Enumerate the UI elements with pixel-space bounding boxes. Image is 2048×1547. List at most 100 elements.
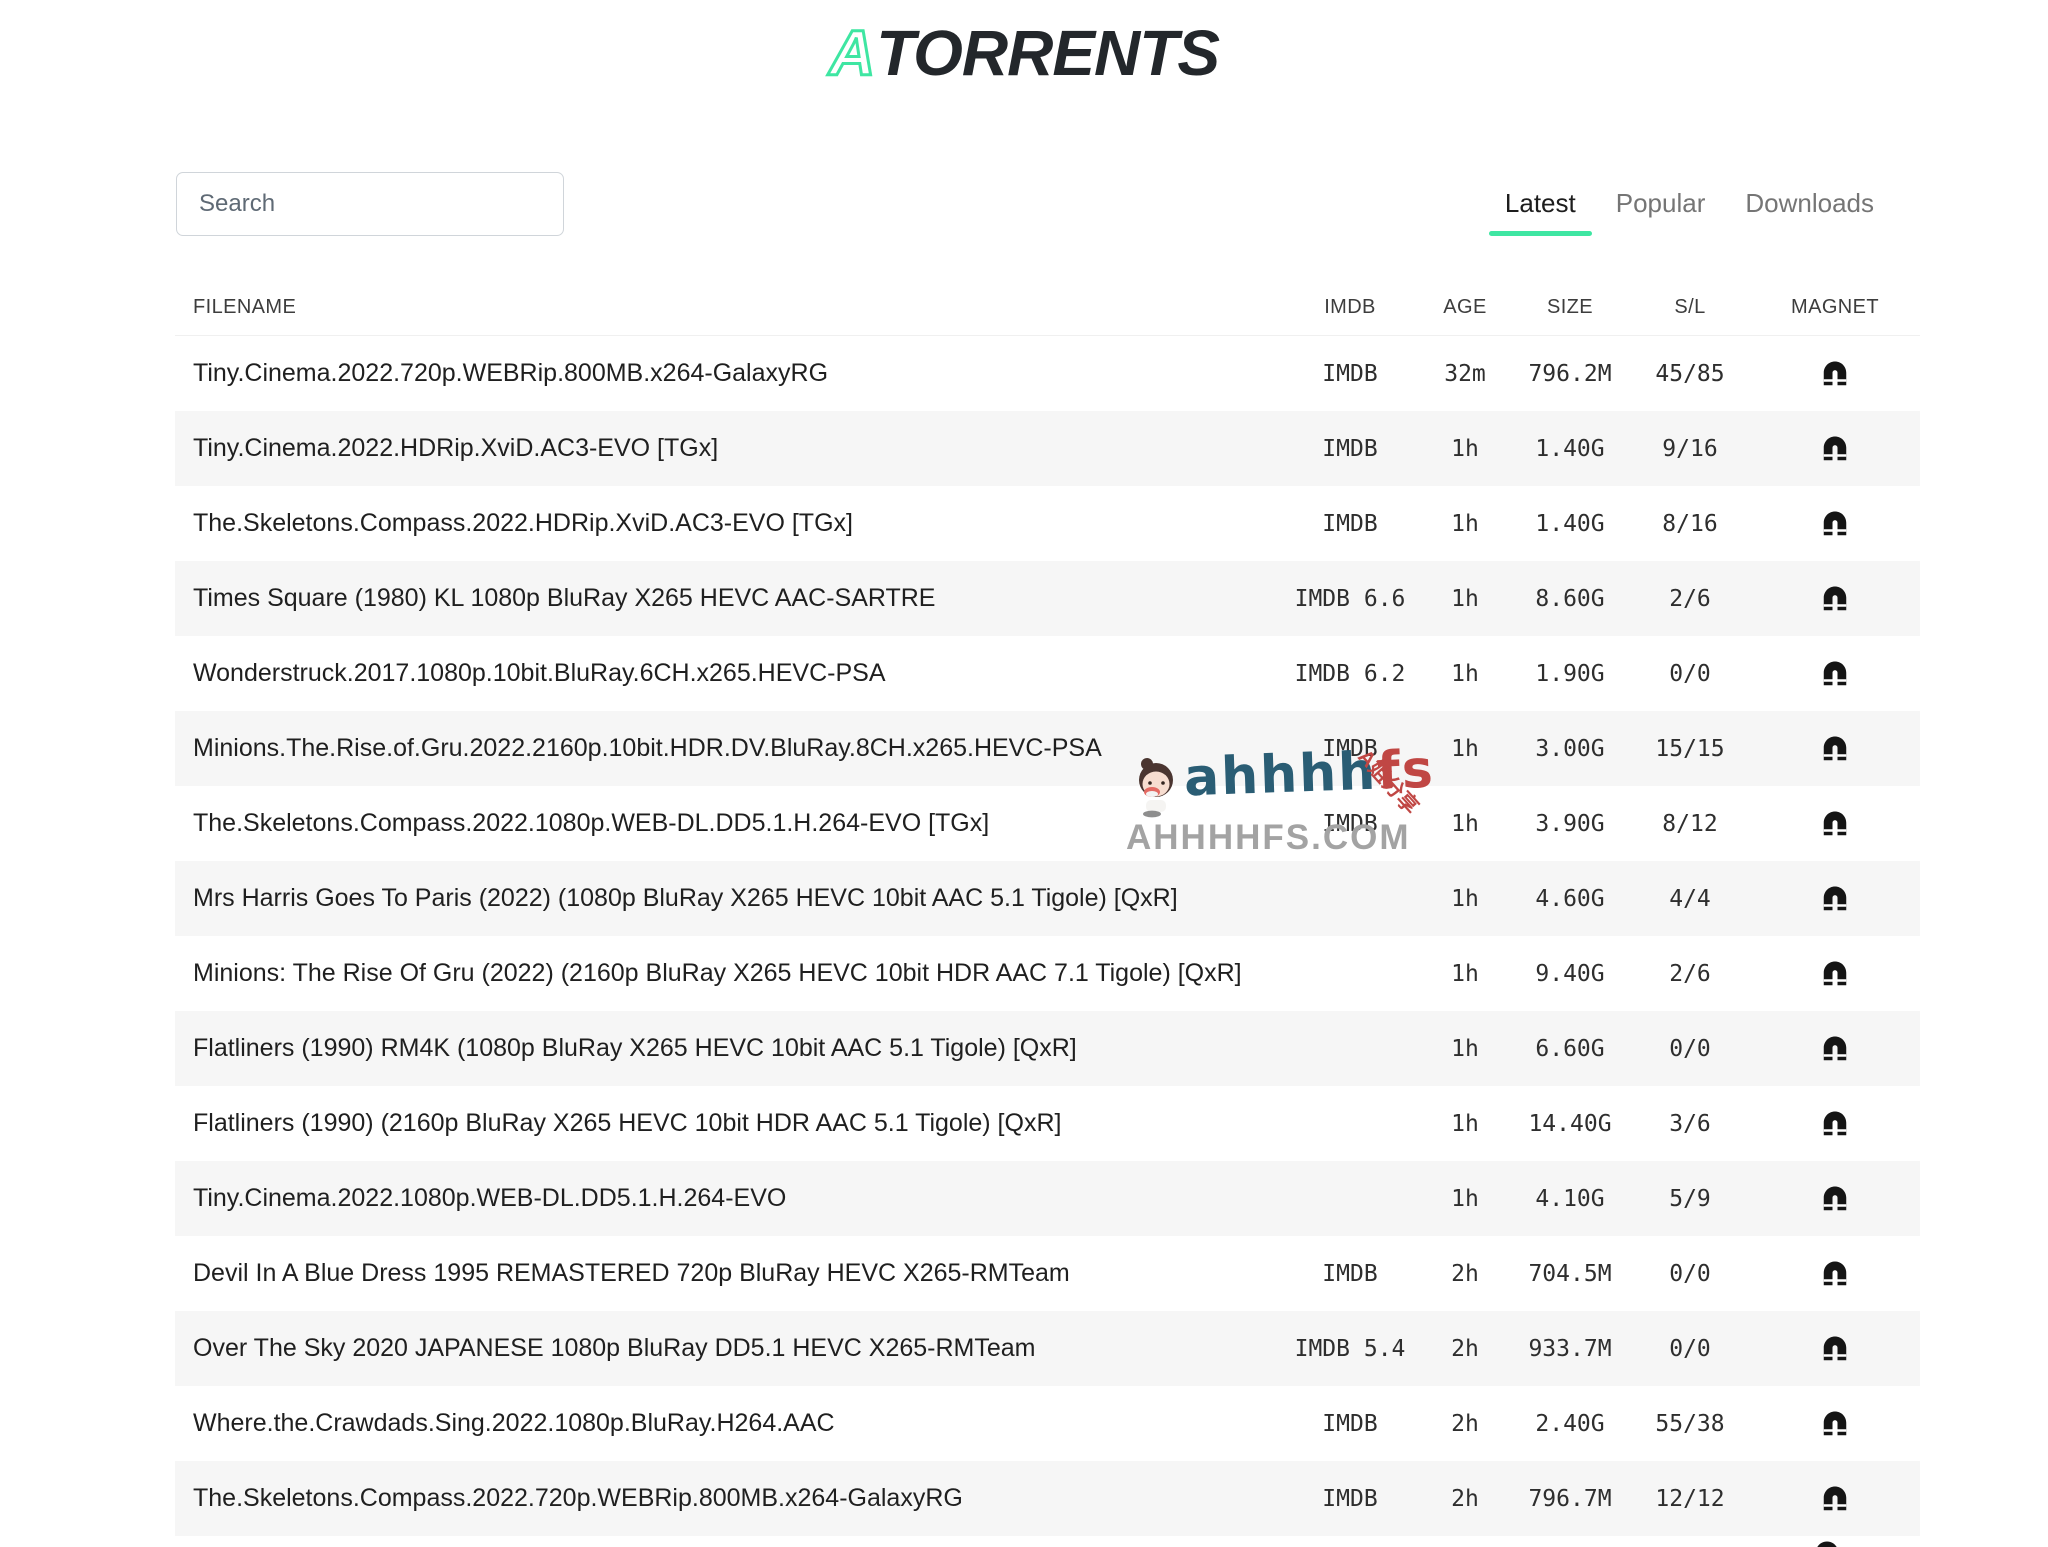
torrent-filename-link[interactable]: Flatliners (1990) RM4K (1080p BluRay X26… bbox=[175, 1034, 1280, 1063]
magnet-icon[interactable] bbox=[1820, 1483, 1850, 1515]
imdb-link[interactable]: IMDB 6.6 bbox=[1280, 586, 1420, 612]
table-row: Mrs Harris Goes To Paris (2022) (1080p B… bbox=[175, 861, 1920, 936]
header-age: AGE bbox=[1420, 296, 1510, 319]
imdb-link[interactable]: IMDB 6.2 bbox=[1280, 661, 1420, 687]
magnet-icon[interactable] bbox=[1820, 508, 1850, 540]
torrent-filename-link[interactable]: The.Skeletons.Compass.2022.1080p.WEB-DL.… bbox=[175, 809, 1280, 838]
torrent-size: 4.10G bbox=[1510, 1186, 1630, 1212]
magnet-icon[interactable] bbox=[1820, 1183, 1850, 1215]
torrent-filename-link[interactable]: Where.the.Crawdads.Sing.2022.1080p.BluRa… bbox=[175, 1409, 1280, 1438]
torrent-size: 3.00G bbox=[1510, 736, 1630, 762]
torrent-filename-link[interactable]: Flatliners (1990) (2160p BluRay X265 HEV… bbox=[175, 1109, 1280, 1138]
imdb-link[interactable]: IMDB bbox=[1280, 1486, 1420, 1512]
torrent-filename-link[interactable]: The.Skeletons.Compass.2022.720p.WEBRip.8… bbox=[175, 1484, 1280, 1513]
torrent-filename-link[interactable]: Times Square (1980) KL 1080p BluRay X265… bbox=[175, 584, 1280, 613]
torrents-page: ATORRENTS Latest Popular Downloads FILEN… bbox=[0, 0, 2048, 1547]
torrent-filename-link[interactable]: Minions: The Rise Of Gru (2022) (2160p B… bbox=[175, 959, 1280, 988]
torrent-table: FILENAME IMDB AGE SIZE S/L MAGNET Tiny.C… bbox=[175, 280, 1920, 1536]
torrent-age: 1h bbox=[1420, 736, 1510, 762]
imdb-link[interactable]: IMDB bbox=[1280, 811, 1420, 837]
seeders-leechers: 15/15 bbox=[1630, 736, 1750, 762]
magnet-icon[interactable] bbox=[1820, 358, 1850, 390]
seeders-leechers: 9/16 bbox=[1630, 436, 1750, 462]
magnet-cell bbox=[1750, 733, 1920, 765]
torrent-filename-link[interactable]: Wonderstruck.2017.1080p.10bit.BluRay.6CH… bbox=[175, 659, 1280, 688]
table-row: Devil In A Blue Dress 1995 REMASTERED 72… bbox=[175, 1236, 1920, 1311]
magnet-cell bbox=[1750, 808, 1920, 840]
header-size: SIZE bbox=[1510, 296, 1630, 319]
magnet-icon[interactable] bbox=[1820, 808, 1850, 840]
tab-downloads[interactable]: Downloads bbox=[1727, 170, 1892, 236]
table-row: The.Skeletons.Compass.2022.1080p.WEB-DL.… bbox=[175, 786, 1920, 861]
torrent-age: 1h bbox=[1420, 1186, 1510, 1212]
tab-bar: Latest Popular Downloads bbox=[1487, 170, 1892, 236]
table-body: Tiny.Cinema.2022.720p.WEBRip.800MB.x264-… bbox=[175, 336, 1920, 1536]
imdb-link[interactable]: IMDB bbox=[1280, 1411, 1420, 1437]
torrent-age: 1h bbox=[1420, 886, 1510, 912]
table-row: Wonderstruck.2017.1080p.10bit.BluRay.6CH… bbox=[175, 636, 1920, 711]
tab-latest[interactable]: Latest bbox=[1487, 170, 1594, 236]
magnet-icon[interactable] bbox=[1820, 658, 1850, 690]
torrent-age: 1h bbox=[1420, 586, 1510, 612]
magnet-icon[interactable] bbox=[1820, 1408, 1850, 1440]
seeders-leechers: 12/12 bbox=[1630, 1486, 1750, 1512]
torrent-filename-link[interactable]: Tiny.Cinema.2022.HDRip.XviD.AC3-EVO [TGx… bbox=[175, 434, 1280, 463]
torrent-age: 1h bbox=[1420, 811, 1510, 837]
seeders-leechers: 0/0 bbox=[1630, 1036, 1750, 1062]
torrent-filename-link[interactable]: Tiny.Cinema.2022.1080p.WEB-DL.DD5.1.H.26… bbox=[175, 1184, 1280, 1213]
partial-next-row-magnet-icon[interactable] bbox=[1812, 1538, 1842, 1547]
imdb-link[interactable]: IMDB bbox=[1280, 361, 1420, 387]
magnet-icon[interactable] bbox=[1820, 1258, 1850, 1290]
magnet-icon[interactable] bbox=[1820, 433, 1850, 465]
seeders-leechers: 0/0 bbox=[1630, 1261, 1750, 1287]
imdb-link[interactable]: IMDB 5.4 bbox=[1280, 1336, 1420, 1362]
torrent-filename-link[interactable]: Minions.The.Rise.of.Gru.2022.2160p.10bit… bbox=[175, 734, 1280, 763]
magnet-icon[interactable] bbox=[1820, 1333, 1850, 1365]
tab-popular[interactable]: Popular bbox=[1598, 170, 1724, 236]
torrent-filename-link[interactable]: Tiny.Cinema.2022.720p.WEBRip.800MB.x264-… bbox=[175, 359, 1280, 388]
torrent-filename-link[interactable]: Devil In A Blue Dress 1995 REMASTERED 72… bbox=[175, 1259, 1280, 1288]
header-imdb: IMDB bbox=[1280, 296, 1420, 319]
logo-accent-letter: A bbox=[829, 17, 874, 89]
torrent-size: 4.60G bbox=[1510, 886, 1630, 912]
torrent-filename-link[interactable]: The.Skeletons.Compass.2022.HDRip.XviD.AC… bbox=[175, 509, 1280, 538]
magnet-icon[interactable] bbox=[1820, 583, 1850, 615]
torrent-filename-link[interactable]: Mrs Harris Goes To Paris (2022) (1080p B… bbox=[175, 884, 1280, 913]
magnet-icon[interactable] bbox=[1820, 883, 1850, 915]
imdb-link[interactable]: IMDB bbox=[1280, 511, 1420, 537]
imdb-link[interactable]: IMDB bbox=[1280, 436, 1420, 462]
torrent-size: 2.40G bbox=[1510, 1411, 1630, 1437]
seeders-leechers: 3/6 bbox=[1630, 1111, 1750, 1137]
torrent-age: 1h bbox=[1420, 511, 1510, 537]
imdb-link[interactable]: IMDB bbox=[1280, 1261, 1420, 1287]
imdb-link[interactable]: IMDB bbox=[1280, 736, 1420, 762]
torrent-size: 6.60G bbox=[1510, 1036, 1630, 1062]
table-row: Times Square (1980) KL 1080p BluRay X265… bbox=[175, 561, 1920, 636]
torrent-filename-link[interactable]: Over The Sky 2020 JAPANESE 1080p BluRay … bbox=[175, 1334, 1280, 1363]
seeders-leechers: 55/38 bbox=[1630, 1411, 1750, 1437]
torrent-age: 1h bbox=[1420, 661, 1510, 687]
table-row: Minions.The.Rise.of.Gru.2022.2160p.10bit… bbox=[175, 711, 1920, 786]
seeders-leechers: 2/6 bbox=[1630, 586, 1750, 612]
magnet-cell bbox=[1750, 1033, 1920, 1065]
magnet-cell bbox=[1750, 1183, 1920, 1215]
torrent-size: 796.2M bbox=[1510, 361, 1630, 387]
table-header-row: FILENAME IMDB AGE SIZE S/L MAGNET bbox=[175, 280, 1920, 336]
torrent-age: 2h bbox=[1420, 1336, 1510, 1362]
torrent-age: 32m bbox=[1420, 361, 1510, 387]
seeders-leechers: 5/9 bbox=[1630, 1186, 1750, 1212]
table-row: Flatliners (1990) RM4K (1080p BluRay X26… bbox=[175, 1011, 1920, 1086]
magnet-icon[interactable] bbox=[1820, 1108, 1850, 1140]
table-row: Tiny.Cinema.2022.HDRip.XviD.AC3-EVO [TGx… bbox=[175, 411, 1920, 486]
magnet-cell bbox=[1750, 433, 1920, 465]
search-input[interactable] bbox=[176, 172, 564, 236]
torrent-size: 1.40G bbox=[1510, 511, 1630, 537]
table-row: Minions: The Rise Of Gru (2022) (2160p B… bbox=[175, 936, 1920, 1011]
magnet-icon[interactable] bbox=[1820, 958, 1850, 990]
table-row: Flatliners (1990) (2160p BluRay X265 HEV… bbox=[175, 1086, 1920, 1161]
magnet-icon[interactable] bbox=[1820, 733, 1850, 765]
torrent-size: 8.60G bbox=[1510, 586, 1630, 612]
torrent-age: 2h bbox=[1420, 1261, 1510, 1287]
magnet-icon[interactable] bbox=[1820, 1033, 1850, 1065]
site-logo[interactable]: ATORRENTS bbox=[0, 16, 2048, 90]
